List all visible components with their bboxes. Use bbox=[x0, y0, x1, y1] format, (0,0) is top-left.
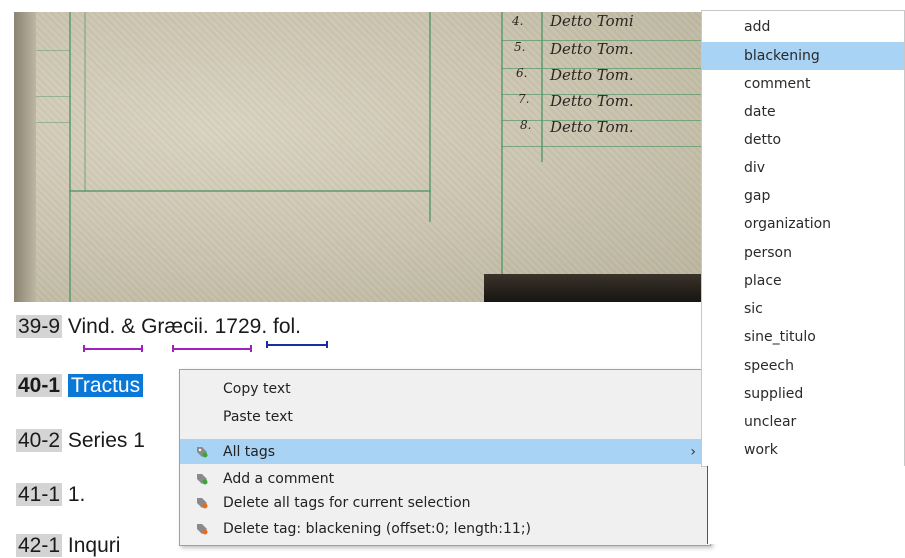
handwritten-entry: Detto Tom. bbox=[550, 66, 634, 84]
handwritten-number: 4. bbox=[512, 14, 524, 28]
ruled-line bbox=[36, 50, 71, 51]
side-panel bbox=[707, 466, 905, 544]
transcription-line[interactable]: 39-9 Vind. & Græcii. 1729. fol. bbox=[16, 315, 301, 339]
line-number: 42-1 bbox=[16, 534, 63, 557]
add-comment-menu-item[interactable]: Add a comment bbox=[180, 466, 710, 491]
tag-menu-item[interactable]: gap bbox=[702, 182, 904, 210]
tag-menu-item[interactable]: supplied bbox=[702, 380, 904, 408]
menu-item-label: Delete all tags for current selection bbox=[223, 494, 471, 511]
book-binding-shadow bbox=[484, 274, 706, 302]
delete-tag-icon bbox=[197, 524, 208, 535]
ruled-line bbox=[69, 12, 71, 302]
delete-all-tags-menu-item[interactable]: Delete all tags for current selection bbox=[180, 490, 710, 515]
handwritten-entry: Detto Tom. bbox=[550, 40, 634, 58]
tag-underline[interactable] bbox=[172, 345, 252, 352]
tag-menu-item[interactable]: organization bbox=[702, 210, 904, 238]
line-number: 39-9 bbox=[16, 315, 63, 338]
menu-item-label: Paste text bbox=[223, 408, 293, 425]
menu-item-label: Delete tag: blackening (offset:0; length… bbox=[223, 520, 532, 537]
paste-text-menu-item[interactable]: Paste text bbox=[180, 404, 710, 429]
context-menu: Copy text Paste text All tags › Add a co… bbox=[179, 369, 711, 546]
tag-label: speech bbox=[744, 358, 794, 374]
tag-menu-item[interactable]: date bbox=[702, 98, 904, 126]
tag-menu-item[interactable]: speech bbox=[702, 352, 904, 380]
tag-label: supplied bbox=[744, 386, 804, 402]
line-number: 41-1 bbox=[16, 483, 63, 506]
tag-underline[interactable] bbox=[266, 341, 328, 348]
page-edge bbox=[14, 12, 36, 302]
tag-label: div bbox=[744, 160, 766, 176]
handwritten-entry: Detto Tomi bbox=[550, 12, 634, 30]
line-text: Græcii. bbox=[141, 315, 209, 338]
delete-tag-icon bbox=[197, 498, 208, 509]
handwritten-entry: Detto Tom. bbox=[550, 92, 634, 110]
tag-menu-item[interactable]: detto bbox=[702, 126, 904, 154]
ruled-line bbox=[36, 122, 71, 123]
line-number: 40-2 bbox=[16, 429, 63, 452]
tag-menu-item[interactable]: add bbox=[702, 13, 904, 41]
line-text: Vind. bbox=[67, 315, 116, 338]
tag-label: sic bbox=[744, 301, 763, 317]
tag-menu-item[interactable]: comment bbox=[702, 70, 904, 98]
menu-item-label: Copy text bbox=[223, 380, 291, 397]
handwritten-number: 7. bbox=[518, 92, 530, 106]
menu-item-label: All tags bbox=[223, 443, 276, 460]
tag-label: date bbox=[744, 104, 776, 120]
tag-menu-item[interactable]: sine_titulo bbox=[702, 323, 904, 351]
tag-menu-item[interactable]: work bbox=[702, 436, 904, 464]
ruled-line bbox=[36, 96, 71, 97]
ruled-line bbox=[69, 190, 431, 192]
tag-label: sine_titulo bbox=[744, 329, 816, 345]
handwritten-number: 6. bbox=[516, 66, 528, 80]
tag-label: unclear bbox=[744, 414, 797, 430]
selected-text[interactable]: Tractus bbox=[67, 374, 144, 397]
tag-label: blackening bbox=[744, 48, 820, 64]
tag-label: comment bbox=[744, 76, 811, 92]
tag-menu-item[interactable]: unclear bbox=[702, 408, 904, 436]
tag-menu-item[interactable]: sic bbox=[702, 295, 904, 323]
line-number: 40-1 bbox=[16, 374, 63, 397]
tag-menu-item-selected[interactable]: blackening bbox=[702, 42, 904, 70]
line-text: Inquri bbox=[67, 534, 121, 557]
transcription-line[interactable]: 40-2 Series 1 bbox=[16, 429, 145, 453]
transcription-line[interactable]: 42-1 Inquri bbox=[16, 534, 120, 558]
tag-menu-item[interactable]: person bbox=[702, 239, 904, 267]
all-tags-menu-item[interactable]: All tags › bbox=[180, 439, 710, 464]
tag-label: person bbox=[744, 245, 792, 261]
line-text: Series 1 bbox=[67, 429, 145, 452]
tag-underline[interactable] bbox=[83, 345, 143, 352]
line-text: 1. bbox=[67, 483, 86, 506]
copy-text-menu-item[interactable]: Copy text bbox=[180, 376, 710, 401]
tag-label: work bbox=[744, 442, 778, 458]
tag-menu-item[interactable]: place bbox=[702, 267, 904, 295]
tag-label: organization bbox=[744, 216, 832, 232]
menu-item-label: Add a comment bbox=[223, 470, 335, 487]
tag-label: add bbox=[744, 19, 771, 35]
chevron-right-icon: › bbox=[690, 443, 696, 460]
tag-menu-item[interactable]: div bbox=[702, 154, 904, 182]
tag-label: gap bbox=[744, 188, 771, 204]
tags-submenu: add blackening comment date detto div ga… bbox=[701, 10, 905, 467]
ruled-line bbox=[84, 12, 86, 192]
tag-icon bbox=[197, 447, 208, 458]
handwritten-entry: Detto Tom. bbox=[550, 118, 634, 136]
ruled-line bbox=[541, 12, 543, 162]
manuscript-scan-image: 4. 5. 6. 7. 8. Detto Tomi Detto Tom. Det… bbox=[14, 12, 706, 302]
delete-tag-menu-item[interactable]: Delete tag: blackening (offset:0; length… bbox=[180, 516, 710, 541]
handwritten-number: 8. bbox=[520, 118, 532, 132]
transcription-line[interactable]: 40-1 Tractus bbox=[16, 374, 144, 398]
line-text: 1729 bbox=[214, 315, 262, 338]
ruled-line bbox=[501, 146, 706, 147]
tag-label: detto bbox=[744, 132, 782, 148]
line-text: . fol. bbox=[261, 315, 301, 338]
ruled-line bbox=[501, 12, 503, 302]
handwritten-number: 5. bbox=[514, 40, 526, 54]
tag-label: place bbox=[744, 273, 782, 289]
transcription-line[interactable]: 41-1 1. bbox=[16, 483, 85, 507]
line-text: & bbox=[121, 315, 136, 338]
add-tag-icon bbox=[197, 474, 208, 485]
